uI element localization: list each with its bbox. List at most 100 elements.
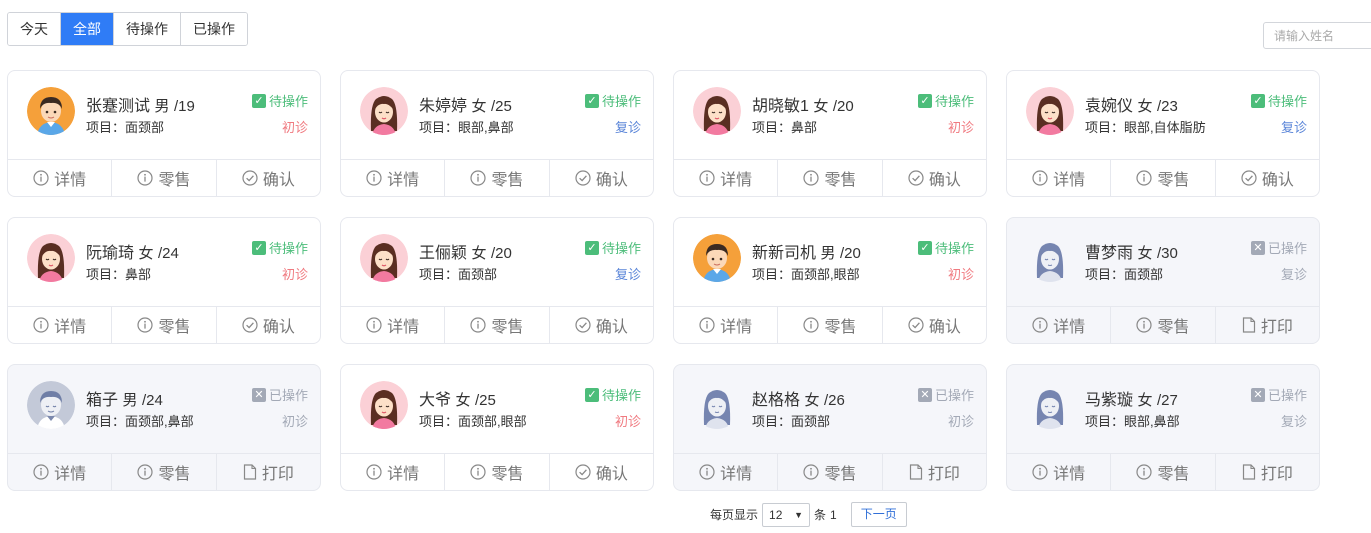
next-page-button[interactable]: 下一页 [850, 502, 907, 527]
retail-button[interactable]: 零售 [1111, 454, 1216, 490]
detail-label: 详情 [387, 319, 420, 336]
tab-today[interactable]: 今天 [8, 13, 61, 45]
patient-card[interactable]: 王俪颖 女 /20 项目：面颈部 ✓ 待操作 复诊 详情 零售 确认 [340, 217, 654, 344]
patient-card[interactable]: 张蹇测试 男 /19 项目：面颈部 ✓ 待操作 初诊 详情 零售 确认 [7, 70, 321, 197]
retail-button[interactable]: 零售 [778, 307, 883, 343]
name-search-input[interactable] [1263, 22, 1371, 49]
detail-button[interactable]: 详情 [674, 454, 779, 490]
confirm-button[interactable]: 确认 [883, 160, 986, 196]
tab-all[interactable]: 全部 [61, 13, 114, 45]
patient-project: 项目：面颈部 [752, 411, 830, 430]
patient-project: 项目：鼻部 [86, 264, 151, 283]
checkbox-checked-icon: ✓ [584, 387, 599, 402]
retail-button[interactable]: 零售 [1111, 307, 1216, 343]
retail-label: 零售 [491, 466, 524, 483]
print-button[interactable]: 打印 [217, 454, 320, 490]
confirm-button[interactable]: 确认 [217, 160, 320, 196]
patient-project: 项目：眼部,鼻部 [419, 117, 514, 136]
detail-button[interactable]: 详情 [674, 307, 779, 343]
retail-button[interactable]: 零售 [1111, 160, 1216, 196]
patient-name: 朱婷婷 [419, 98, 468, 115]
retail-button[interactable]: 零售 [112, 307, 217, 343]
patient-card[interactable]: 箱子 男 /24 项目：面颈部,鼻部 ✕ 已操作 初诊 详情 零售 打印 [7, 364, 321, 491]
info-icon [470, 317, 487, 333]
check-circle-icon [575, 464, 591, 480]
patient-card[interactable]: 马紫璇 女 /27 项目：眼部,鼻部 ✕ 已操作 复诊 详情 零售 打印 [1006, 364, 1320, 491]
patient-name-line: 箱子 男 /24 [86, 386, 163, 410]
detail-button[interactable]: 详情 [1007, 307, 1112, 343]
confirm-button[interactable]: 确认 [550, 307, 653, 343]
detail-button[interactable]: 详情 [8, 307, 113, 343]
card-actions: 详情 零售 打印 [8, 453, 320, 490]
detail-label: 详情 [1053, 172, 1086, 189]
confirm-button[interactable]: 确认 [550, 454, 653, 490]
confirm-button[interactable]: 确认 [550, 160, 653, 196]
retail-button[interactable]: 零售 [112, 160, 217, 196]
confirm-button[interactable]: 确认 [217, 307, 320, 343]
print-button[interactable]: 打印 [883, 454, 986, 490]
retail-button[interactable]: 零售 [445, 307, 550, 343]
status-text: 待操作 [601, 241, 641, 256]
detail-button[interactable]: 详情 [674, 160, 779, 196]
tab-pending[interactable]: 待操作 [114, 13, 181, 45]
confirm-label: 确认 [595, 172, 628, 189]
patient-age: /19 [173, 98, 195, 115]
print-label: 打印 [1260, 319, 1293, 336]
retail-label: 零售 [824, 319, 857, 336]
status-text: 待操作 [268, 241, 308, 256]
card-actions: 详情 零售 确认 [341, 453, 653, 490]
confirm-button[interactable]: 确认 [883, 307, 986, 343]
project-value: 面颈部 [791, 414, 831, 429]
patient-card[interactable]: 大爷 女 /25 项目：面颈部,眼部 ✓ 待操作 初诊 详情 零售 确认 [340, 364, 654, 491]
detail-button[interactable]: 详情 [341, 454, 446, 490]
patient-gender: 女 [1137, 245, 1153, 262]
detail-button[interactable]: 详情 [341, 307, 446, 343]
patient-project: 项目：眼部,自体脂肪 [1085, 117, 1206, 136]
print-button[interactable]: 打印 [1216, 454, 1319, 490]
card-header: 箱子 男 /24 项目：面颈部,鼻部 ✕ 已操作 初诊 [8, 365, 320, 453]
patient-age: /25 [490, 98, 512, 115]
project-value: 眼部,自体脂肪 [1124, 120, 1206, 135]
detail-button[interactable]: 详情 [341, 160, 446, 196]
patient-card[interactable]: 袁婉仪 女 /23 项目：眼部,自体脂肪 ✓ 待操作 复诊 详情 零售 确认 [1006, 70, 1320, 197]
status-badge: ✓ 待操作 [251, 238, 308, 257]
confirm-button[interactable]: 确认 [1216, 160, 1319, 196]
patient-name-line: 赵格格 女 /26 [752, 386, 845, 410]
per-page-select[interactable]: 12 ▼ [762, 502, 811, 527]
card-actions: 详情 零售 确认 [674, 159, 986, 196]
info-icon [699, 464, 715, 480]
detail-button[interactable]: 详情 [1007, 454, 1112, 490]
patient-project: 项目：眼部,鼻部 [1085, 411, 1180, 430]
tab-handled[interactable]: 已操作 [181, 13, 247, 45]
project-value: 面颈部 [125, 120, 165, 135]
retail-label: 零售 [1157, 319, 1190, 336]
status-text: 待操作 [934, 94, 974, 109]
patient-card[interactable]: 阮瑜琦 女 /24 项目：鼻部 ✓ 待操作 初诊 详情 零售 确认 [7, 217, 321, 344]
patient-name-line: 张蹇测试 男 /19 [86, 92, 195, 116]
patient-card[interactable]: 新新司机 男 /20 项目：面颈部,眼部 ✓ 待操作 初诊 详情 零售 确认 [673, 217, 987, 344]
retail-button[interactable]: 零售 [778, 454, 883, 490]
retail-button[interactable]: 零售 [445, 160, 550, 196]
patient-age: /26 [823, 392, 845, 409]
project-label: 项目： [1085, 267, 1125, 282]
detail-button[interactable]: 详情 [8, 160, 113, 196]
detail-button[interactable]: 详情 [8, 454, 113, 490]
retail-button[interactable]: 零售 [445, 454, 550, 490]
visit-type: 初诊 [281, 414, 308, 429]
patient-name: 马紫璇 [1085, 392, 1134, 409]
print-button[interactable]: 打印 [1216, 307, 1319, 343]
status-badge: ✕ 已操作 [1250, 385, 1307, 404]
patient-card[interactable]: 赵格格 女 /26 项目：面颈部 ✕ 已操作 初诊 详情 零售 打印 [673, 364, 987, 491]
checkbox-checked-icon: ✓ [251, 240, 266, 255]
detail-label: 详情 [720, 172, 753, 189]
pagination: 每页显示 12 ▼ 条 1 下一页 [710, 502, 907, 527]
female-avatar-icon [693, 87, 741, 135]
patient-card[interactable]: 胡晓敏1 女 /20 项目：鼻部 ✓ 待操作 初诊 详情 零售 确认 [673, 70, 987, 197]
patient-card[interactable]: 曹梦雨 女 /30 项目：面颈部 ✕ 已操作 复诊 详情 零售 打印 [1006, 217, 1320, 344]
retail-label: 零售 [158, 319, 191, 336]
detail-button[interactable]: 详情 [1007, 160, 1112, 196]
patient-card[interactable]: 朱婷婷 女 /25 项目：眼部,鼻部 ✓ 待操作 复诊 详情 零售 确认 [340, 70, 654, 197]
retail-button[interactable]: 零售 [112, 454, 217, 490]
info-icon [470, 464, 487, 480]
retail-button[interactable]: 零售 [778, 160, 883, 196]
